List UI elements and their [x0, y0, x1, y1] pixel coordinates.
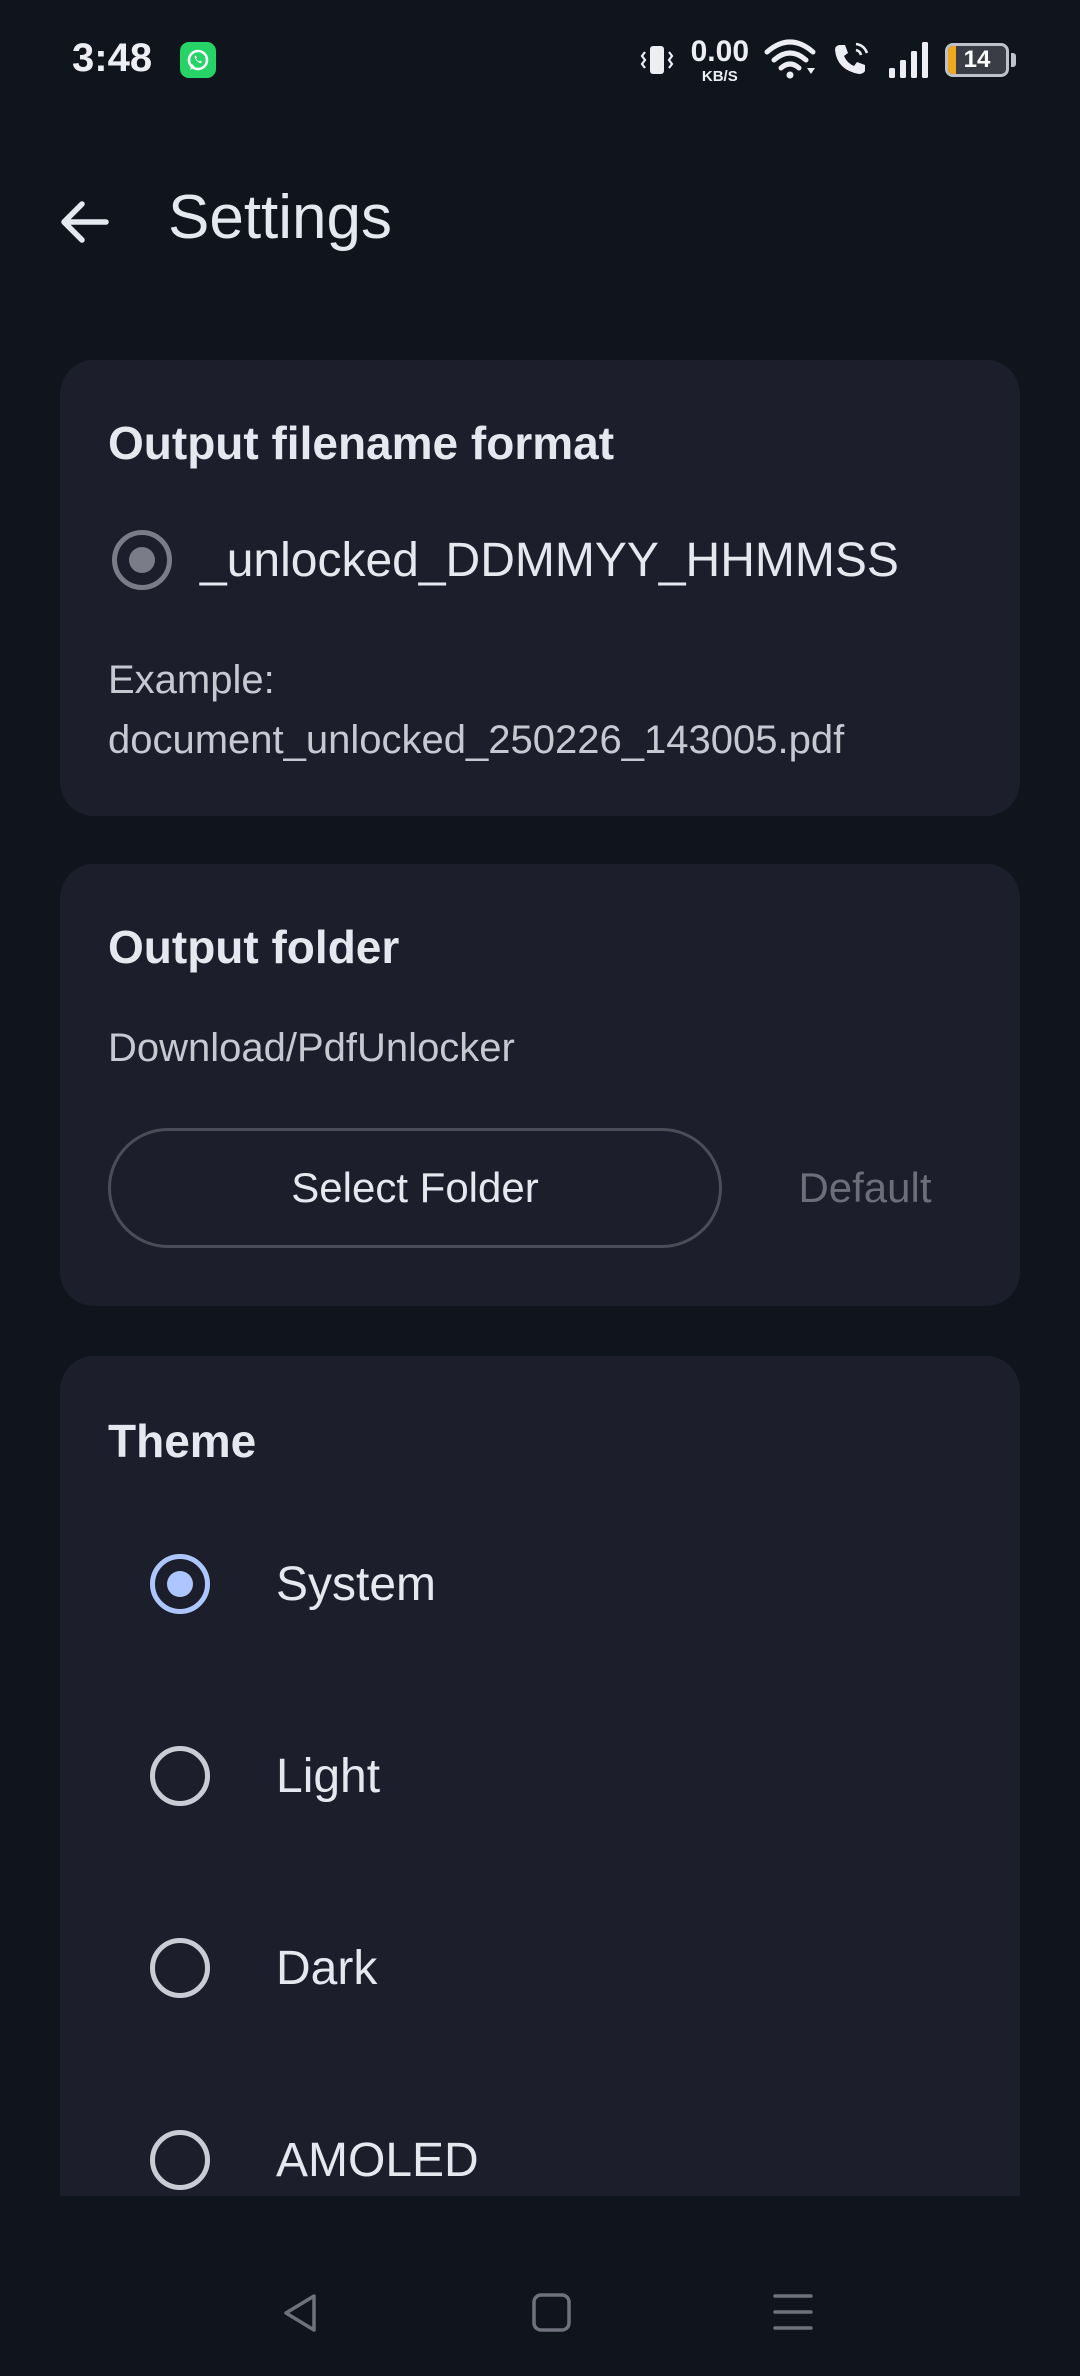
filename-format-option[interactable]: _unlocked_DDMMYY_HHMMSS [60, 530, 899, 590]
filename-example-label: Example: [108, 658, 275, 702]
filename-example: Example: document_unlocked_250226_143005… [108, 650, 844, 770]
signal-icon [889, 42, 928, 78]
battery-tip [1011, 53, 1016, 67]
filename-format-title: Output filename format [108, 417, 615, 469]
filename-format-radio[interactable] [112, 530, 172, 590]
theme-option-dark[interactable]: Dark [108, 1908, 968, 2028]
default-folder-button[interactable]: Default [760, 1128, 970, 1248]
select-folder-button[interactable]: Select Folder [108, 1128, 722, 1248]
theme-option-system[interactable]: System [108, 1524, 968, 1644]
theme-label-system: System [276, 1557, 437, 1611]
theme-label-light: Light [276, 1749, 381, 1803]
nav-back-icon[interactable] [276, 2290, 326, 2336]
output-folder-card: Output folder Download/PdfUnlocker Selec… [60, 864, 1020, 1306]
wifi-calling-icon [835, 42, 869, 74]
status-bar: 3:48 0.00 KB/S 14 [0, 0, 1080, 120]
wifi-icon [764, 39, 816, 79]
theme-radio-amoled[interactable] [150, 2130, 210, 2190]
theme-radio-light[interactable] [150, 1746, 210, 1806]
filename-format-label: _unlocked_DDMMYY_HHMMSS [200, 533, 899, 587]
filename-format-card: Output filename format _unlocked_DDMMYY_… [60, 360, 1020, 816]
theme-radio-dark[interactable] [150, 1938, 210, 1998]
network-speed-unit: KB/S [701, 67, 738, 85]
output-folder-path: Download/PdfUnlocker [108, 1026, 515, 1070]
network-speed-value: 0.00 [690, 34, 749, 68]
vibrate-icon [640, 46, 673, 74]
theme-option-light[interactable]: Light [108, 1716, 968, 1836]
output-folder-title: Output folder [108, 921, 400, 973]
battery-level: 14 [963, 46, 991, 73]
navigation-bar [0, 2196, 1080, 2376]
arrow-left-icon [61, 201, 109, 243]
status-time: 3:48 [72, 36, 153, 80]
battery-icon: 14 [945, 43, 1009, 77]
app-bar: Settings [0, 170, 1080, 270]
page-title: Settings [168, 183, 393, 252]
nav-recents-icon[interactable] [770, 2290, 816, 2334]
theme-label-dark: Dark [276, 1941, 378, 1995]
theme-title: Theme [108, 1415, 257, 1467]
theme-radio-system[interactable] [150, 1554, 210, 1614]
nav-home-icon[interactable] [530, 2290, 574, 2334]
whatsapp-icon [180, 42, 216, 78]
back-button[interactable] [52, 190, 116, 254]
network-speed: 0.00 KB/S [690, 34, 749, 85]
filename-example-value: document_unlocked_250226_143005.pdf [108, 718, 845, 762]
theme-label-amoled: AMOLED [276, 2133, 479, 2187]
